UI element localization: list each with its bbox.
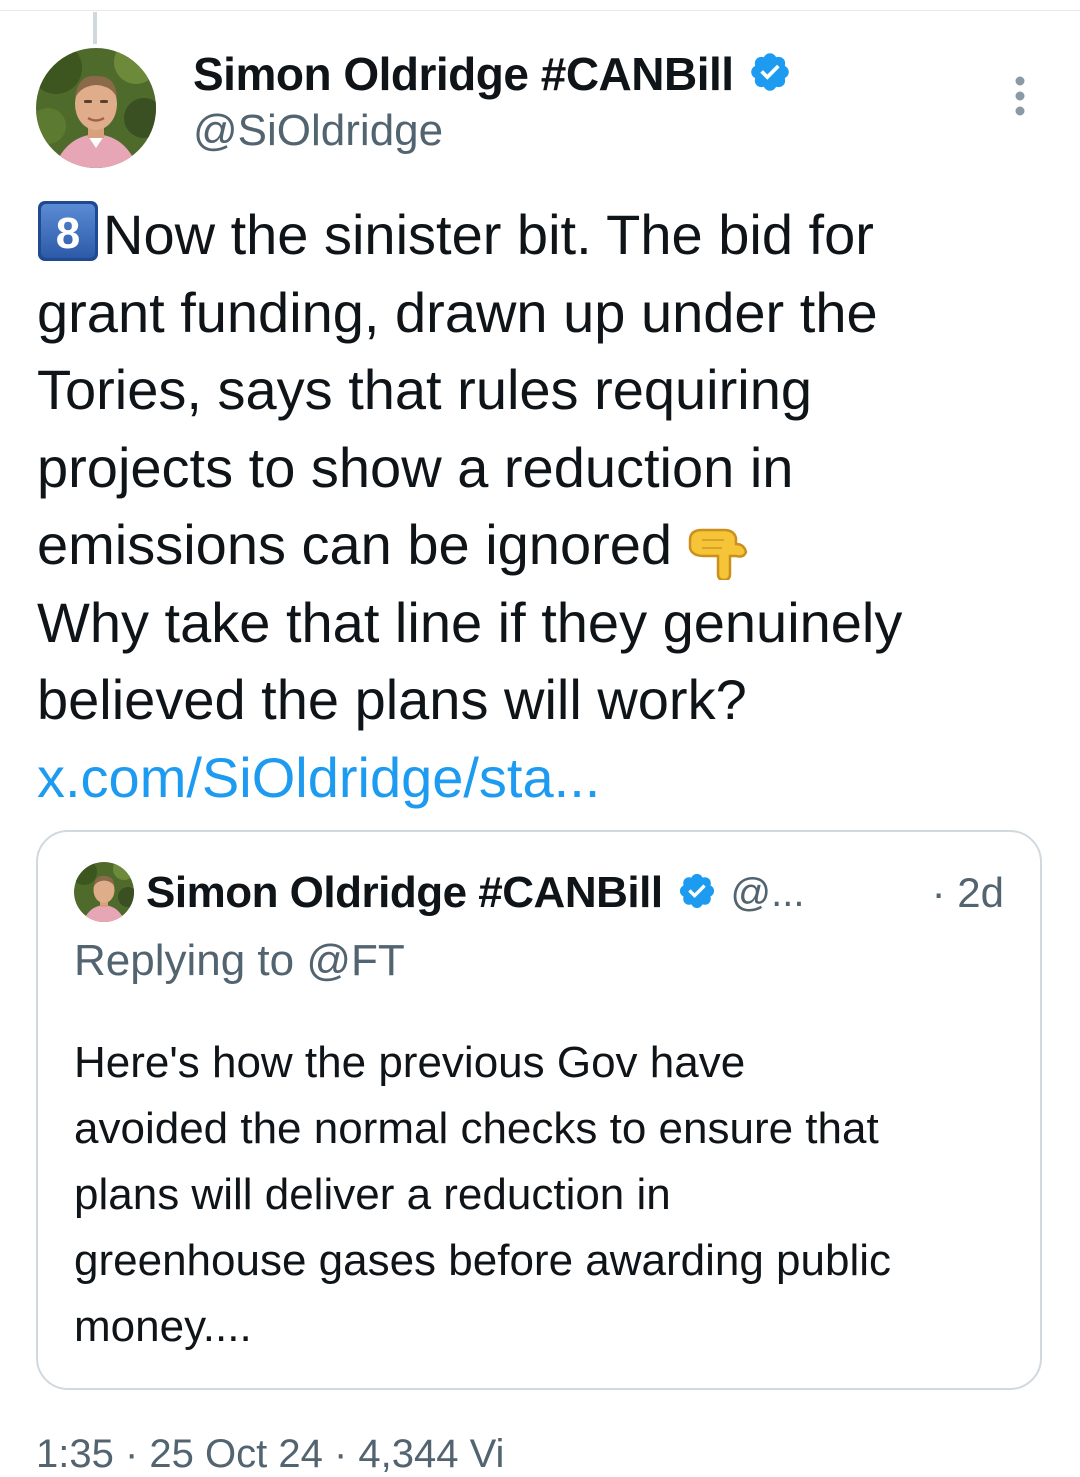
quoted-line: Here's how the previous Gov have [74, 1038, 746, 1087]
verified-badge-icon[interactable] [748, 50, 792, 99]
tweet-line: emissions can be ignored [37, 506, 1057, 584]
tweet-line: Why take that line if they genuinely [37, 590, 903, 654]
tweet-line: x.com/SiOldridge/sta... [37, 739, 1057, 817]
tweet-line: projects to show a reduction in [37, 435, 794, 499]
author-name-row[interactable]: Simon Oldridge #CANBill [193, 44, 792, 104]
quoted-author-name[interactable]: Simon Oldridge #CANBill [146, 868, 663, 918]
quoted-tweet-card[interactable]: Simon Oldridge #CANBill @... · 2d Replyi… [36, 830, 1042, 1390]
quoted-tweet-text: Here's how the previous Gov have avoided… [74, 1030, 1024, 1360]
quoted-line: money.... [74, 1302, 252, 1351]
tweet-line: 8 Now the sinister bit. The bid for [37, 196, 1057, 274]
tweet-text: 8 Now the sinister bit. The bid for gran… [37, 196, 1057, 816]
quoted-line: avoided the normal checks to ensure that [74, 1104, 879, 1153]
quoted-author-avatar[interactable] [74, 862, 134, 922]
keycap-digit-eight-icon: 8 [37, 200, 99, 262]
tweet-meta-footer: 1:35 · 25 Oct 24 · 4,344 Vi [36, 1432, 505, 1476]
pointing-hand-emoji-icon [684, 518, 750, 582]
quoted-line: greenhouse gases before awarding public [74, 1236, 892, 1285]
quoted-line: plans will deliver a reduction in [74, 1170, 671, 1219]
tweet-link[interactable]: x.com/SiOldridge/sta... [37, 746, 600, 809]
author-name[interactable]: Simon Oldridge #CANBill [193, 47, 734, 101]
quoted-avatar-photo [74, 862, 134, 922]
top-divider [0, 10, 1080, 11]
thread-connector-line [93, 12, 97, 44]
more-options-icon[interactable] [996, 72, 1044, 120]
tweet-line: Tories, says that rules requiring [37, 358, 813, 421]
tweet-line: believed the plans will work? [37, 668, 747, 731]
svg-text:8: 8 [56, 209, 80, 258]
quoted-header: Simon Oldridge #CANBill @... [146, 862, 805, 924]
tweet-line-1-text: Now the sinister bit. The bid for [103, 203, 874, 266]
author-avatar[interactable] [36, 48, 156, 168]
quoted-author-handle[interactable]: @... [731, 871, 805, 916]
verified-badge-icon [677, 871, 717, 916]
quoted-timestamp[interactable]: · 2d [932, 862, 1004, 924]
replying-to-label: Replying to @FT [74, 936, 405, 985]
avatar-photo [36, 48, 156, 168]
author-handle[interactable]: @SiOldridge [193, 106, 443, 156]
tweet-line-5-text: emissions can be ignored [37, 513, 673, 576]
tweet-line: grant funding, drawn up under the [37, 280, 878, 344]
